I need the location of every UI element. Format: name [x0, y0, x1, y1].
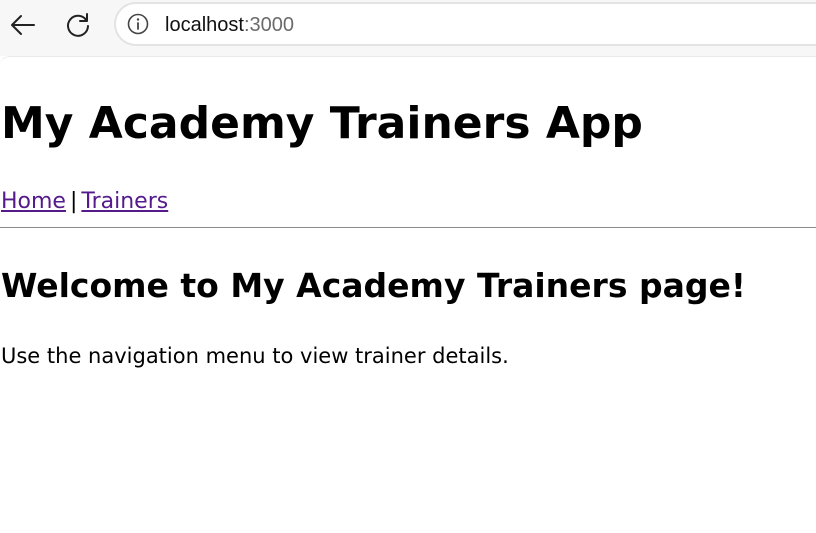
url-text[interactable]: localhost:3000 — [165, 14, 294, 36]
back-arrow-icon — [11, 15, 35, 35]
nav-separator: | — [69, 189, 78, 214]
reload-icon — [67, 13, 89, 37]
site-info-button[interactable] — [126, 12, 150, 36]
welcome-heading: Welcome to My Academy Trainers page! — [1, 266, 746, 305]
back-button[interactable] — [6, 8, 40, 42]
main-nav: Home | Trainers — [1, 187, 168, 217]
browser-toolbar: localhost:3000 — [0, 0, 816, 56]
nav-link-trainers[interactable]: Trainers — [81, 189, 168, 214]
reload-button[interactable] — [61, 8, 95, 42]
info-icon — [127, 13, 149, 35]
nav-link-home[interactable]: Home — [1, 189, 66, 214]
app-title: My Academy Trainers App — [1, 98, 643, 149]
url-port: :3000 — [243, 14, 294, 36]
divider — [0, 227, 816, 228]
page-content: My Academy Trainers App Home | Trainers We… — [0, 56, 816, 533]
address-bar[interactable]: localhost:3000 — [114, 2, 816, 46]
instructions-text: Use the navigation menu to view trainer … — [1, 344, 509, 368]
url-host: localhost — [165, 14, 244, 36]
